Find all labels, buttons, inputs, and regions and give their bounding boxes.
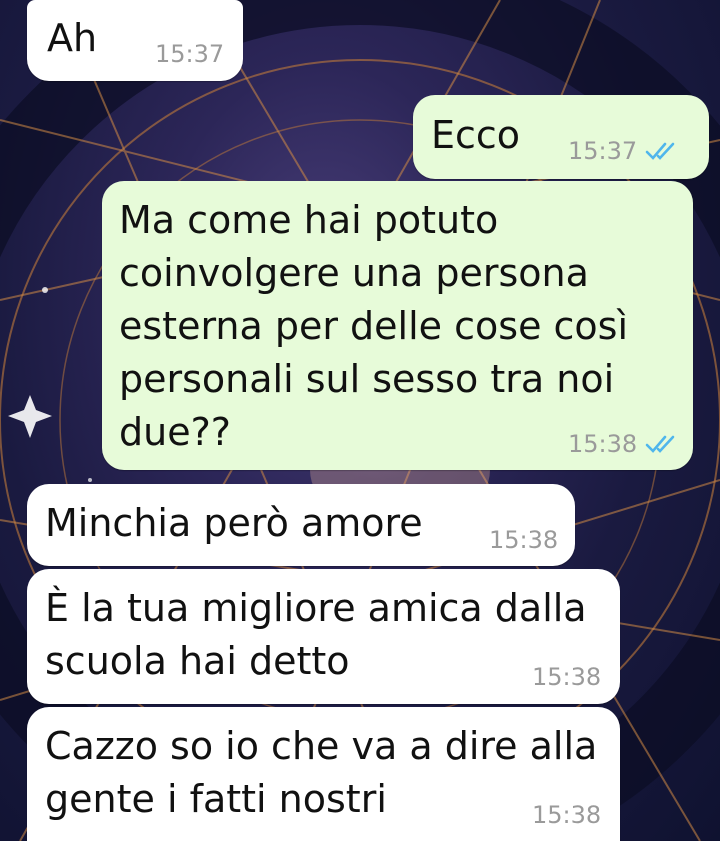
message-text: Cazzo so io che va a dire alla gente i f… <box>45 724 598 821</box>
message-bubble-outgoing[interactable]: Ecco 15:37 <box>413 95 709 179</box>
time-label: 15:38 <box>568 430 638 458</box>
message-time: 15:37 <box>568 137 679 165</box>
message-bubble-incoming[interactable]: È la tua migliore amica dalla scuola hai… <box>27 569 620 704</box>
message-time: 15:38 <box>489 526 558 554</box>
message-time: 15:37 <box>155 40 224 68</box>
time-label: 15:37 <box>568 137 638 165</box>
message-text: È la tua migliore amica dalla scuola hai… <box>45 586 587 683</box>
message-text: Minchia però amore <box>45 501 423 545</box>
read-ticks-icon <box>645 435 675 453</box>
time-label: 15:37 <box>155 40 225 68</box>
message-time: 15:38 <box>532 663 601 691</box>
message-text: Ma come hai potuto coinvolgere una perso… <box>119 198 629 454</box>
time-label: 15:38 <box>489 526 559 554</box>
time-label: 15:38 <box>532 801 602 829</box>
message-text: Ecco <box>431 113 521 157</box>
read-ticks-icon <box>645 142 675 160</box>
message-time: 15:38 <box>532 801 601 829</box>
message-bubble-incoming[interactable]: Cazzo so io che va a dire alla gente i f… <box>27 707 620 841</box>
message-bubble-incoming[interactable]: Ah 15:37 <box>27 0 243 81</box>
message-bubble-incoming[interactable]: Minchia però amore 15:38 <box>27 484 575 566</box>
message-time: 15:38 <box>568 430 679 458</box>
message-bubble-outgoing[interactable]: Ma come hai potuto coinvolgere una perso… <box>102 181 693 470</box>
message-text: Ah <box>47 16 98 60</box>
time-label: 15:38 <box>532 663 602 691</box>
